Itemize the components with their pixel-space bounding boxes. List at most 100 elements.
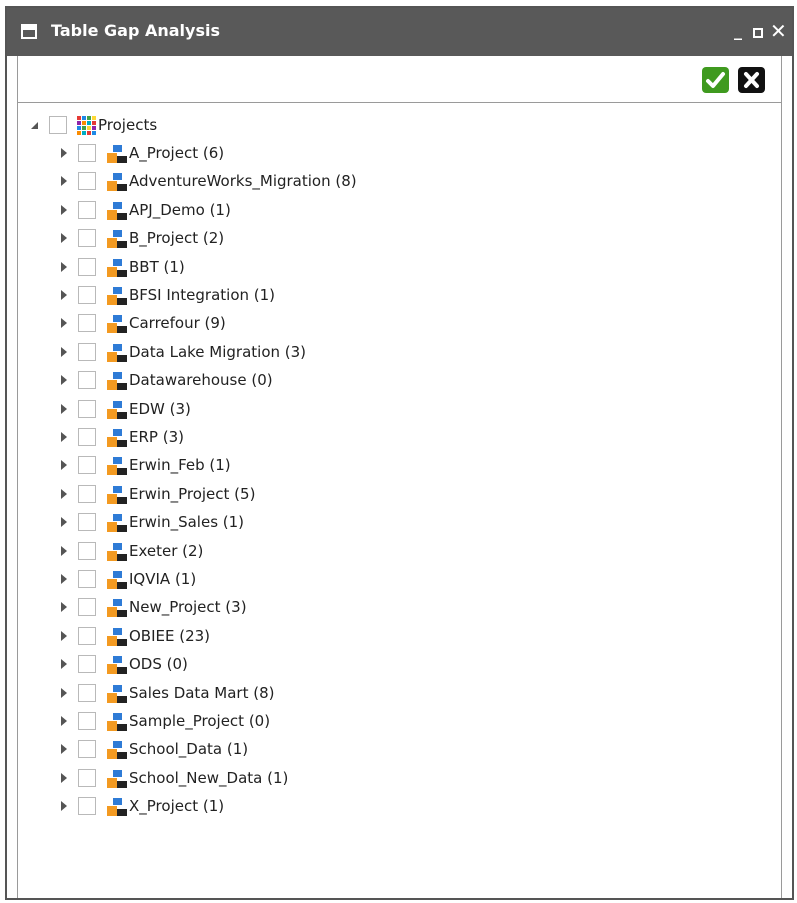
project-row[interactable]: IQVIA (1)	[18, 567, 718, 595]
project-label: X_Project (1)	[129, 797, 225, 816]
collapsed-arrow-icon[interactable]	[57, 428, 71, 446]
collapsed-arrow-icon[interactable]	[57, 740, 71, 758]
project-row[interactable]: ODS (0)	[18, 652, 718, 680]
collapsed-arrow-icon[interactable]	[57, 400, 71, 418]
project-row[interactable]: B_Project (2)	[18, 226, 718, 254]
project-label: Datawarehouse (0)	[129, 371, 273, 390]
project-icon	[107, 627, 127, 646]
project-icon	[107, 315, 127, 334]
collapsed-arrow-icon[interactable]	[57, 172, 71, 190]
project-label: B_Project (2)	[129, 229, 225, 248]
expanded-arrow-icon[interactable]	[27, 116, 41, 134]
project-checkbox[interactable]	[78, 655, 96, 674]
project-icon	[107, 429, 127, 447]
collapsed-arrow-icon[interactable]	[57, 229, 71, 247]
project-row[interactable]: A_Project (6)	[18, 141, 718, 169]
project-checkbox[interactable]	[78, 740, 96, 759]
project-row[interactable]: Erwin_Project (5)	[18, 482, 718, 510]
project-icon	[107, 230, 127, 249]
title-bar[interactable]: Table Gap Analysis _ ✕	[7, 8, 792, 56]
minimize-button[interactable]: _	[734, 19, 742, 43]
project-row[interactable]: Datawarehouse (0)	[18, 368, 718, 396]
tree-root-row[interactable]: Projects	[18, 113, 718, 141]
collapsed-arrow-icon[interactable]	[57, 513, 71, 531]
collapsed-arrow-icon[interactable]	[57, 570, 71, 588]
project-row[interactable]: X_Project (1)	[18, 794, 718, 822]
project-checkbox[interactable]	[78, 257, 96, 276]
collapsed-arrow-icon[interactable]	[57, 456, 71, 474]
ok-button[interactable]	[702, 67, 729, 93]
collapsed-arrow-icon[interactable]	[57, 343, 71, 361]
project-checkbox[interactable]	[78, 768, 96, 787]
project-checkbox[interactable]	[78, 456, 96, 475]
project-checkbox[interactable]	[78, 399, 96, 418]
collapsed-arrow-icon[interactable]	[57, 371, 71, 389]
collapsed-arrow-icon[interactable]	[57, 684, 71, 702]
project-row[interactable]: EDW (3)	[18, 397, 718, 425]
project-checkbox[interactable]	[78, 598, 96, 617]
x-icon	[744, 72, 759, 88]
project-icon	[107, 287, 127, 305]
project-icon	[107, 741, 127, 760]
project-checkbox[interactable]	[78, 513, 96, 532]
project-row[interactable]: Erwin_Sales (1)	[18, 510, 718, 538]
close-button[interactable]: ✕	[770, 19, 787, 43]
collapsed-arrow-icon[interactable]	[57, 144, 71, 162]
collapsed-arrow-icon[interactable]	[57, 286, 71, 304]
project-icon	[107, 798, 127, 817]
table-gap-analysis-dialog: Table Gap Analysis _ ✕ Projects A_Projec…	[5, 6, 794, 900]
project-row[interactable]: School_Data (1)	[18, 737, 718, 765]
cancel-button[interactable]	[738, 67, 765, 93]
dialog-content: Projects A_Project (6) AdventureWorks_Mig…	[17, 56, 782, 898]
project-checkbox[interactable]	[78, 428, 96, 446]
project-row[interactable]: Carrefour (9)	[18, 311, 718, 339]
project-tree[interactable]: Projects A_Project (6) AdventureWorks_Mig…	[18, 102, 781, 898]
project-checkbox[interactable]	[78, 712, 96, 730]
project-label: Sample_Project (0)	[129, 712, 271, 730]
project-row[interactable]: Sample_Project (0)	[18, 709, 718, 737]
project-checkbox[interactable]	[78, 797, 96, 816]
project-checkbox[interactable]	[78, 286, 96, 304]
project-label: School_Data (1)	[129, 740, 249, 759]
root-checkbox[interactable]	[49, 116, 67, 134]
project-label: AdventureWorks_Migration (8)	[129, 172, 357, 191]
project-row[interactable]: Sales Data Mart (8)	[18, 681, 718, 709]
collapsed-arrow-icon[interactable]	[57, 655, 71, 673]
project-row[interactable]: Data Lake Migration (3)	[18, 340, 718, 368]
collapsed-arrow-icon[interactable]	[57, 627, 71, 645]
project-checkbox[interactable]	[78, 144, 96, 162]
project-row[interactable]: BBT (1)	[18, 255, 718, 283]
project-row[interactable]: Erwin_Feb (1)	[18, 453, 718, 481]
project-checkbox[interactable]	[78, 229, 96, 248]
collapsed-arrow-icon[interactable]	[57, 797, 71, 815]
project-row[interactable]: New_Project (3)	[18, 595, 718, 623]
collapsed-arrow-icon[interactable]	[57, 769, 71, 787]
project-row[interactable]: AdventureWorks_Migration (8)	[18, 169, 718, 197]
project-checkbox[interactable]	[78, 200, 96, 219]
collapsed-arrow-icon[interactable]	[57, 201, 71, 219]
project-row[interactable]: School_New_Data (1)	[18, 766, 718, 794]
project-row[interactable]: BFSI Integration (1)	[18, 283, 718, 311]
project-icon	[107, 599, 127, 618]
collapsed-arrow-icon[interactable]	[57, 598, 71, 616]
project-checkbox[interactable]	[78, 683, 96, 702]
project-label: School_New_Data (1)	[129, 768, 289, 787]
collapsed-arrow-icon[interactable]	[57, 314, 71, 332]
collapsed-arrow-icon[interactable]	[57, 258, 71, 276]
project-row[interactable]: OBIEE (23)	[18, 624, 718, 652]
project-row[interactable]: APJ_Demo (1)	[18, 198, 718, 226]
project-checkbox[interactable]	[78, 626, 96, 645]
project-checkbox[interactable]	[78, 484, 96, 503]
project-row[interactable]: Exeter (2)	[18, 539, 718, 567]
project-checkbox[interactable]	[78, 371, 96, 390]
project-checkbox[interactable]	[78, 172, 96, 191]
project-checkbox[interactable]	[78, 314, 96, 333]
maximize-button[interactable]	[753, 28, 763, 38]
project-checkbox[interactable]	[78, 541, 96, 560]
collapsed-arrow-icon[interactable]	[57, 542, 71, 560]
collapsed-arrow-icon[interactable]	[57, 485, 71, 503]
project-checkbox[interactable]	[78, 570, 96, 588]
collapsed-arrow-icon[interactable]	[57, 712, 71, 730]
project-checkbox[interactable]	[78, 342, 96, 361]
project-row[interactable]: ERP (3)	[18, 425, 718, 453]
